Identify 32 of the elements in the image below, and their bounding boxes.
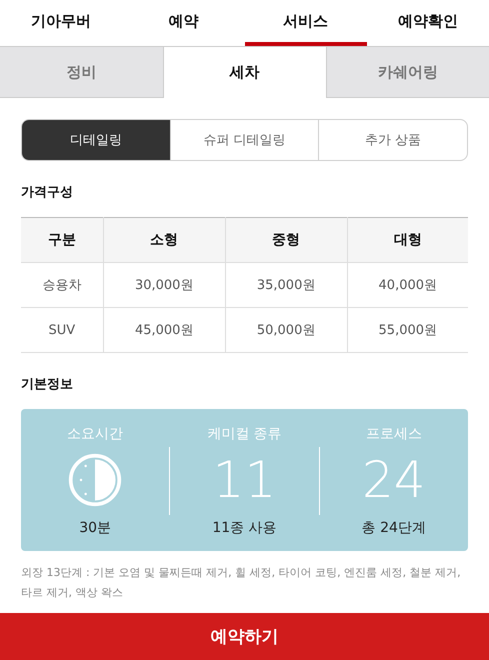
column-header: 중형 <box>225 218 348 262</box>
info-label: 소요시간 <box>67 425 124 443</box>
nav-tab[interactable]: 예약 <box>122 0 244 46</box>
segment-button[interactable]: 슈퍼 디테일링 <box>170 120 318 160</box>
info-label: 케미컬 종류 <box>207 425 282 443</box>
column-header: 대형 <box>347 218 468 262</box>
section-title: 가격구성 <box>21 184 74 201</box>
column-header: 구분 <box>21 218 104 262</box>
info-value: 24 <box>362 450 426 511</box>
segment-button[interactable]: 디테일링 <box>22 120 170 160</box>
table-cell: 승용차 <box>21 262 104 308</box>
info-caption: 30분 <box>79 519 112 537</box>
tab[interactable]: 카쉐어링 <box>326 47 489 97</box>
table-cell: 35,000원 <box>225 262 348 308</box>
info-value: 11 <box>212 450 276 511</box>
note-text: 외장 13단계 : 기본 오염 및 물찌든때 제거, 휠 세정, 타이어 코팅, 엔진룸 세정, 철분 제거, 타르 제거, 액상 왁스 <box>21 565 462 601</box>
nav-tab[interactable]: 예약확인 <box>366 0 489 46</box>
info-caption: 총 24단계 <box>362 519 426 537</box>
segment-button[interactable]: 추가 상품 <box>318 120 467 160</box>
tab[interactable]: 정비 <box>0 47 162 97</box>
section-title: 기본정보 <box>21 376 74 393</box>
table-cell: 45,000원 <box>103 308 226 352</box>
info-label: 프로세스 <box>366 425 422 443</box>
table-cell: 30,000원 <box>103 262 226 308</box>
clock-icon <box>67 452 124 508</box>
nav-tab[interactable]: 기아무버 <box>0 0 122 46</box>
tab[interactable]: 세차 <box>162 47 326 98</box>
info-caption: 11종 사용 <box>212 519 277 537</box>
column-header: 소형 <box>103 218 226 262</box>
reserve-button[interactable]: 예약하기 <box>0 613 489 660</box>
table-cell: SUV <box>21 308 104 352</box>
table-cell: 50,000원 <box>225 308 348 352</box>
